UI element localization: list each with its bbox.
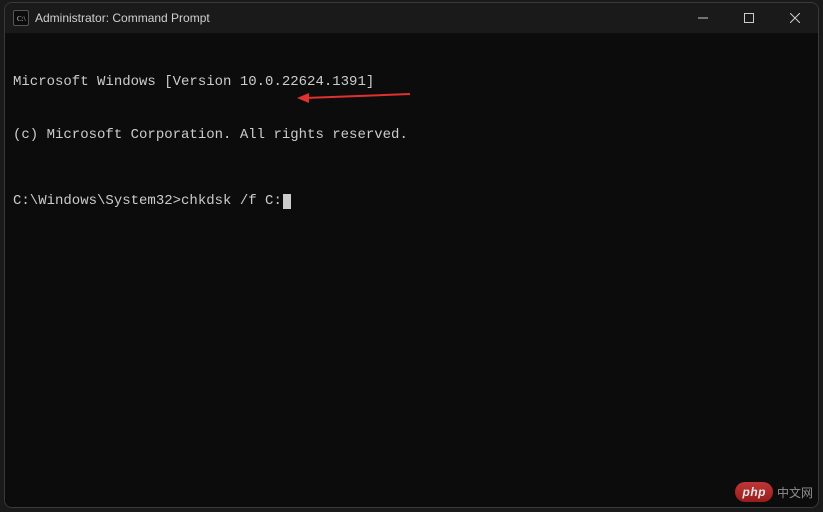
window-title: Administrator: Command Prompt bbox=[35, 11, 680, 25]
svg-text:C:\: C:\ bbox=[17, 15, 26, 23]
terminal-prompt-line: C:\Windows\System32>chkdsk /f C: bbox=[13, 193, 810, 211]
titlebar[interactable]: C:\ Administrator: Command Prompt bbox=[5, 3, 818, 33]
app-icon: C:\ bbox=[13, 10, 29, 26]
window-controls bbox=[680, 3, 818, 33]
command-prompt-window: C:\ Administrator: Command Prompt Micros… bbox=[4, 2, 819, 508]
maximize-button[interactable] bbox=[726, 3, 772, 33]
terminal-command: chkdsk /f C: bbox=[181, 193, 282, 209]
watermark-text: 中文网 bbox=[777, 484, 813, 501]
close-button[interactable] bbox=[772, 3, 818, 33]
watermark: php 中文网 bbox=[735, 482, 813, 502]
terminal-output-line: Microsoft Windows [Version 10.0.22624.13… bbox=[13, 74, 810, 92]
watermark-badge: php bbox=[735, 482, 773, 502]
terminal-output-line: (c) Microsoft Corporation. All rights re… bbox=[13, 127, 810, 145]
minimize-button[interactable] bbox=[680, 3, 726, 33]
cursor-icon bbox=[283, 194, 291, 209]
terminal-body[interactable]: Microsoft Windows [Version 10.0.22624.13… bbox=[5, 33, 818, 507]
terminal-prompt: C:\Windows\System32> bbox=[13, 193, 181, 209]
